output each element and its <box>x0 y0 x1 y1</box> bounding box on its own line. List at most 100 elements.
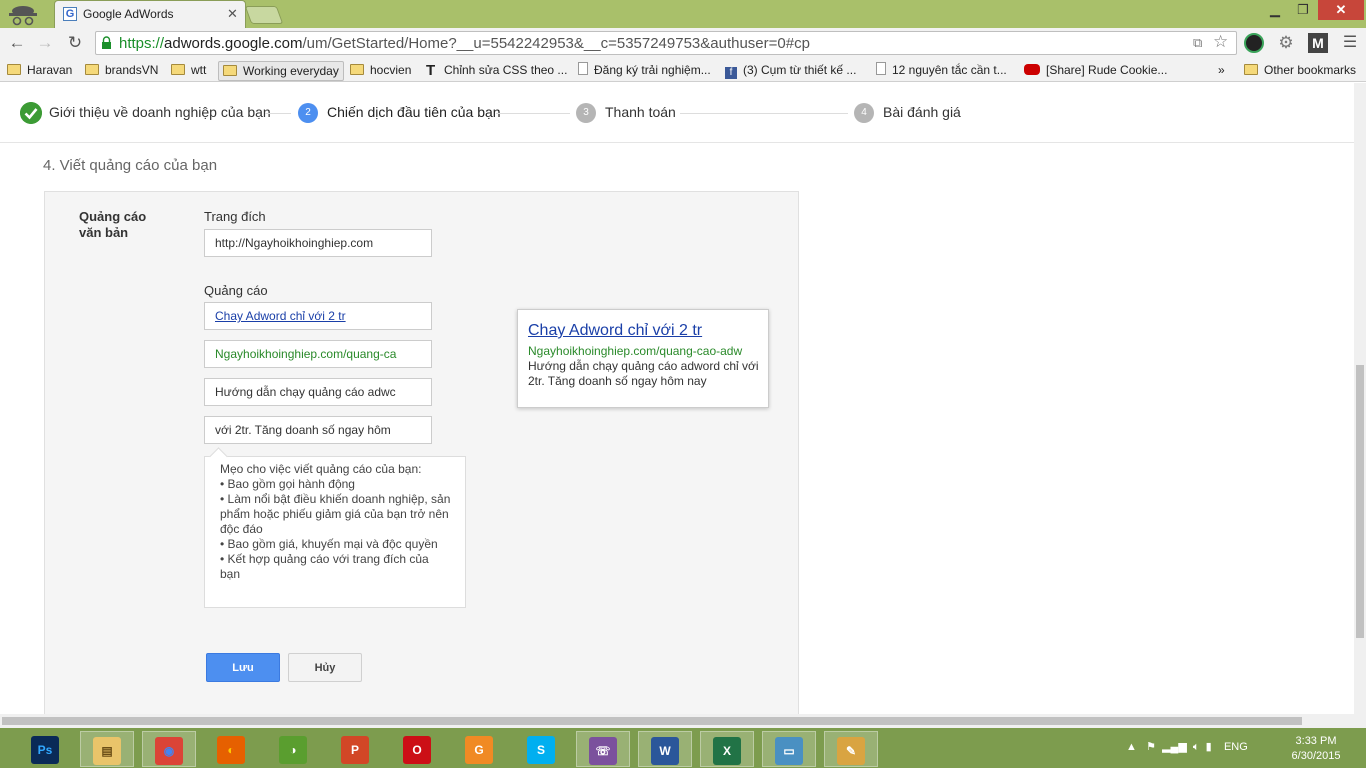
page-icon <box>876 62 886 75</box>
preview-headline[interactable]: Chay Adword chỉ với 2 tr <box>528 322 702 340</box>
taskbar-app-file-explorer[interactable]: ▤ <box>80 731 134 767</box>
headline-input[interactable]: Chay Adword chỉ với 2 tr <box>204 302 432 330</box>
translate-icon[interactable]: ⧉ <box>1193 35 1202 51</box>
url-scheme: https:// <box>119 35 165 52</box>
step-2-label[interactable]: Chiến dịch đầu tiên của bạn <box>327 104 501 120</box>
step-connector <box>265 113 291 114</box>
url-text: https://adwords.google.com/um/GetStarted… <box>119 35 810 52</box>
step-connector <box>680 113 848 114</box>
taskbar-app-photo-viewer[interactable]: ▭ <box>762 731 816 767</box>
bookmarks-overflow-chevron-icon[interactable]: » <box>1218 61 1225 79</box>
tab-google-adwords[interactable]: G Google AdWords ✕ <box>54 0 246 28</box>
bookmark-label: hocvien <box>370 63 412 77</box>
maximize-button[interactable]: ❐ <box>1290 0 1316 20</box>
bookmark-working-everyday[interactable]: Working everyday <box>218 61 344 81</box>
folder-icon <box>1244 64 1258 75</box>
taskbar-app-coccoc[interactable]: ◑ <box>266 731 320 767</box>
battery-icon[interactable]: ▮ <box>1206 741 1212 753</box>
minimize-button[interactable]: ▁ <box>1262 0 1288 20</box>
incognito-icon <box>9 6 37 26</box>
system-tray: ▲ ⚑ ▂▄▆ 🔈︎ ▮ ENG <box>1126 740 1248 754</box>
taskbar-app-foxit-pdf[interactable]: G <box>452 731 506 767</box>
close-window-button[interactable]: ✕ <box>1318 0 1364 20</box>
ad-preview: Chay Adword chỉ với 2 tr Ngayhoikhoinghi… <box>517 309 769 408</box>
bookmark-label: 12 nguyên tắc cần t... <box>892 63 1007 77</box>
bookmark-star-icon[interactable]: ☆ <box>1213 32 1228 52</box>
volume-icon[interactable]: 🔈︎ <box>1193 741 1200 753</box>
reload-button[interactable]: ↻ <box>64 32 86 54</box>
bookmarks-bar: Haravan brandsVN wtt Working everyday ho… <box>0 58 1366 82</box>
viber-icon: ☏ <box>589 736 617 765</box>
tip-item: • Bao gồm giá, khuyến mại và độc quyền <box>220 537 438 551</box>
bookmark-haravan[interactable]: Haravan <box>7 61 72 79</box>
back-button[interactable]: ← <box>6 32 28 54</box>
bookmark-hocvien[interactable]: hocvien <box>350 61 411 79</box>
bookmark-rude-cookie[interactable]: [Share] Rude Cookie... <box>1024 61 1167 79</box>
bookmark-label: Other bookmarks <box>1264 63 1357 77</box>
landing-page-input[interactable]: http://Ngayhoikhoinghiep.com <box>204 229 432 257</box>
folder-icon <box>85 64 99 75</box>
taskbar-app-firefox[interactable]: ◐ <box>204 731 258 767</box>
bookmark-facebook[interactable]: f (3) Cụm từ thiết kế ... <box>725 61 856 79</box>
bookmark-label: Chỉnh sửa CSS theo ... <box>444 63 568 77</box>
page-icon <box>578 62 588 75</box>
taskbar-app-opera[interactable]: O <box>390 731 444 767</box>
taskbar-app-photoshop[interactable]: Ps <box>18 731 72 767</box>
taskbar-app-excel[interactable]: X <box>700 731 754 767</box>
show-hidden-icons-chevron-icon[interactable]: ▲ <box>1126 741 1137 753</box>
opera-icon: O <box>403 735 431 764</box>
url-host: adwords.google.com <box>164 35 303 52</box>
check-circle-icon <box>20 102 42 124</box>
bookmark-chinh-sua-css[interactable]: T Chỉnh sửa CSS theo ... <box>426 61 567 79</box>
chrome-icon: ◉ <box>155 736 183 765</box>
taskbar-app-word[interactable]: W <box>638 731 692 767</box>
photoshop-icon: Ps <box>31 735 59 764</box>
bookmark-12-nguyen-tac[interactable]: 12 nguyên tắc cần t... <box>876 61 1007 79</box>
cancel-button[interactable]: Hủy <box>288 653 362 682</box>
word-icon: W <box>651 736 679 765</box>
taskbar-app-viber[interactable]: ☏ <box>576 731 630 767</box>
bookmark-brandsvn[interactable]: brandsVN <box>85 61 158 79</box>
firefox-icon: ◐ <box>217 735 245 764</box>
taskbar-app-paint[interactable]: ✎ <box>824 731 878 767</box>
url-path: /um/GetStarted/Home?__u=5542242953&__c=5… <box>302 35 810 52</box>
taskbar-app-powerpoint[interactable]: P <box>328 731 382 767</box>
tab-close-icon[interactable]: ✕ <box>227 6 238 22</box>
bookmark-label: Haravan <box>27 63 73 77</box>
panel-label: Quảng cáo văn bản <box>79 209 147 240</box>
save-button[interactable]: Lưu <box>206 653 280 682</box>
tips-title: Mẹo cho việc viết quảng cáo của bạn: <box>220 462 422 476</box>
browser-toolbar: ← → ↻ https://adwords.google.com/um/GetS… <box>0 28 1366 58</box>
action-center-flag-icon[interactable]: ⚑ <box>1146 741 1156 753</box>
bookmark-label: (3) Cụm từ thiết kế ... <box>743 63 857 77</box>
powerpoint-icon: P <box>341 735 369 764</box>
gear-icon[interactable]: ⚙ <box>1276 33 1296 53</box>
vertical-scrollbar-thumb[interactable] <box>1356 365 1364 638</box>
extension-m-icon[interactable]: M <box>1308 33 1328 53</box>
preview-display-url: Ngayhoikhoinghiep.com/quang-cao-adw <box>528 344 743 358</box>
description-line-2-input[interactable]: với 2tr. Tăng doanh số ngay hôm <box>204 416 432 444</box>
new-tab-button[interactable] <box>244 6 284 24</box>
display-url-input[interactable]: Ngayhoikhoinghiep.com/quang-ca <box>204 340 432 368</box>
bookmark-dang-ky[interactable]: Đăng ký trải nghiệm... <box>578 61 711 79</box>
lock-icon <box>102 36 111 49</box>
clock-date: 6/30/2015 <box>1291 750 1341 762</box>
tips-box: Mẹo cho việc viết quảng cáo của bạn: • B… <box>204 456 466 608</box>
chrome-menu-icon[interactable]: ☰ <box>1340 33 1360 53</box>
horizontal-scrollbar-thumb[interactable] <box>2 717 1302 725</box>
extension-circle-icon[interactable] <box>1244 33 1264 53</box>
step-1-label[interactable]: Giới thiệu về doanh nghiệp của bạn <box>49 104 271 120</box>
forward-button[interactable]: → <box>34 32 56 54</box>
other-bookmarks[interactable]: Other bookmarks <box>1244 61 1356 79</box>
input-language[interactable]: ENG <box>1224 741 1248 753</box>
taskbar-clock[interactable]: 3:33 PM 6/30/2015 <box>1288 734 1344 764</box>
facebook-icon: f <box>725 67 737 79</box>
network-signal-icon[interactable]: ▂▄▆ <box>1162 741 1187 753</box>
taskbar-app-chrome[interactable]: ◉ <box>142 731 196 767</box>
address-bar[interactable]: https://adwords.google.com/um/GetStarted… <box>95 31 1237 55</box>
taskbar-app-skype[interactable]: S <box>514 731 568 767</box>
description-line-1-input[interactable]: Hướng dẫn chạy quảng cáo adwc <box>204 378 432 406</box>
clock-time: 3:33 PM <box>1295 735 1337 747</box>
bookmark-wtt[interactable]: wtt <box>171 61 206 79</box>
folder-icon <box>171 64 185 75</box>
